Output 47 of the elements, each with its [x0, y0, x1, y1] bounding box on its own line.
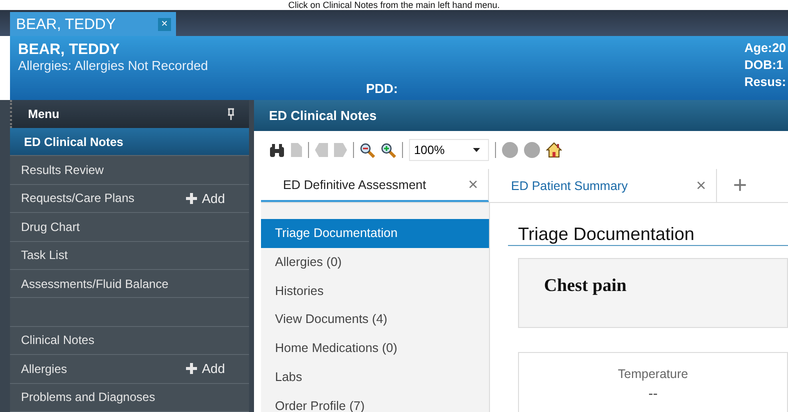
add-button[interactable]: Add — [186, 190, 225, 206]
close-button[interactable]: × — [696, 176, 706, 196]
menu-item[interactable]: Requests/Care Plans Add — [10, 184, 249, 214]
add-button[interactable]: Add — [186, 361, 225, 376]
pdd-label: PDD: — [366, 81, 399, 98]
patient-detail: Resus: — [744, 74, 786, 91]
patient-tab-label: BEAR, TEDDY — [16, 16, 116, 32]
close-button[interactable]: × — [158, 18, 171, 30]
new-tab-button[interactable]: + — [717, 169, 764, 202]
plus-icon — [186, 363, 197, 374]
navigation-item[interactable]: Labs — [261, 362, 489, 392]
close-button[interactable]: × — [468, 174, 478, 194]
vital-label: Temperature — [616, 367, 690, 381]
zoom-in-icon[interactable] — [381, 142, 396, 158]
patient-detail: Age:20 — [744, 40, 786, 57]
navigation-item[interactable]: Home Medications (0) — [261, 334, 489, 363]
zoom-dropdown[interactable]: 100% — [409, 139, 489, 161]
allergies-text: Allergies: Allergies Not Recorded — [18, 58, 210, 73]
menu-item[interactable]: Drug Chart — [10, 213, 249, 242]
menu-item[interactable]: Task List — [10, 242, 249, 270]
menu-item[interactable]: Problems and Diagnoses — [10, 384, 249, 412]
caret-icon — [473, 148, 480, 152]
home-icon[interactable] — [546, 142, 562, 158]
menu-title: Menu — [28, 107, 60, 121]
navigation-item[interactable]: Allergies (0) — [261, 248, 489, 277]
patient-tab[interactable]: BEAR, TEDDY × — [10, 12, 176, 36]
menu-item[interactable]: Allergies Add — [10, 355, 249, 384]
navigation-item[interactable]: View Documents (4) — [261, 305, 489, 334]
pin-icon[interactable] — [227, 108, 235, 120]
patient-detail: DOB:1 — [744, 57, 784, 74]
zoom-out-icon[interactable] — [360, 142, 375, 158]
section-title: ED Clinical Notes — [269, 108, 377, 123]
instruction-text: Click on Clinical Notes from the main left hand menu. — [287, 0, 501, 10]
navigation-item[interactable]: Order Profile (7) — [261, 392, 489, 412]
menu-item[interactable]: ED Clinical Notes — [10, 128, 249, 156]
binoculars-icon[interactable] — [269, 144, 285, 156]
patient-name: BEAR, TEDDY — [18, 41, 121, 58]
menu-item[interactable]: Clinical Notes — [10, 326, 249, 356]
navigation-item[interactable]: Histories — [261, 276, 489, 306]
navigation-item[interactable]: Triage Documentation — [261, 219, 489, 248]
menu-item[interactable]: Results Review — [10, 156, 249, 185]
document-tab[interactable]: ED Definitive Assessment × — [261, 169, 489, 202]
section-heading: Triage Documentation — [508, 223, 788, 246]
complaint-text: Chest pain — [544, 275, 627, 295]
menu-item[interactable]: Assessments/Fluid Balance — [10, 270, 249, 298]
vital-value: -- — [647, 385, 659, 401]
plus-icon — [186, 192, 197, 204]
